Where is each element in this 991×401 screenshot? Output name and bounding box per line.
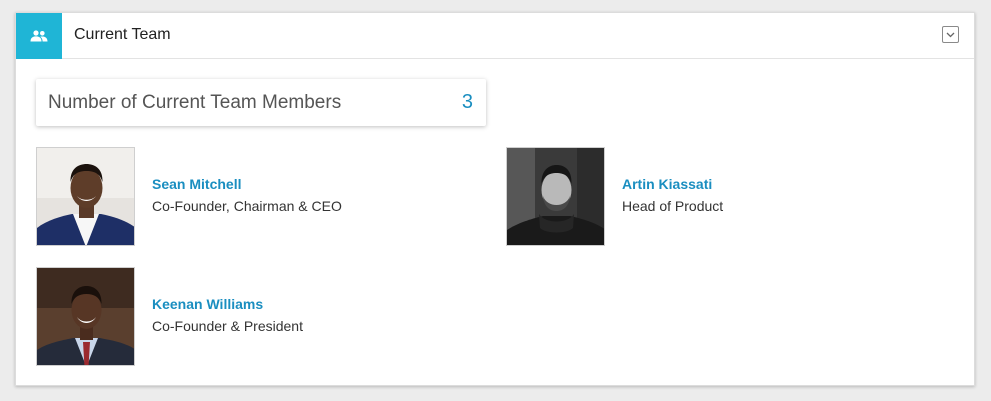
member-name[interactable]: Artin Kiassati (622, 176, 712, 192)
card-header: Current Team (16, 13, 974, 59)
team-count-value: 3 (461, 91, 473, 113)
team-count-box: Number of Current Team Members 3 (36, 79, 486, 126)
team-count-label: Number of Current Team Members (48, 92, 342, 113)
header-icon-box (16, 13, 62, 59)
team-member: Artin Kiassati Head of Product (506, 147, 946, 247)
people-icon (30, 30, 48, 42)
member-role: Co-Founder, Chairman & CEO (152, 198, 342, 214)
current-team-card: Current Team Number of Current Team Memb… (15, 12, 975, 386)
member-name[interactable]: Sean Mitchell (152, 176, 241, 192)
member-role: Head of Product (622, 198, 724, 214)
chevron-down-icon (946, 32, 955, 38)
member-name[interactable]: Keenan Williams (152, 296, 263, 312)
member-photo[interactable] (506, 147, 605, 246)
team-member: Sean Mitchell Co-Founder, Chairman & CEO (36, 147, 476, 247)
collapse-button[interactable] (942, 26, 959, 43)
team-member: Keenan Williams Co-Founder & President (36, 267, 476, 367)
card-title: Current Team (74, 26, 171, 43)
member-photo[interactable] (36, 267, 135, 366)
member-photo[interactable] (36, 147, 135, 246)
member-role: Co-Founder & President (152, 318, 303, 334)
